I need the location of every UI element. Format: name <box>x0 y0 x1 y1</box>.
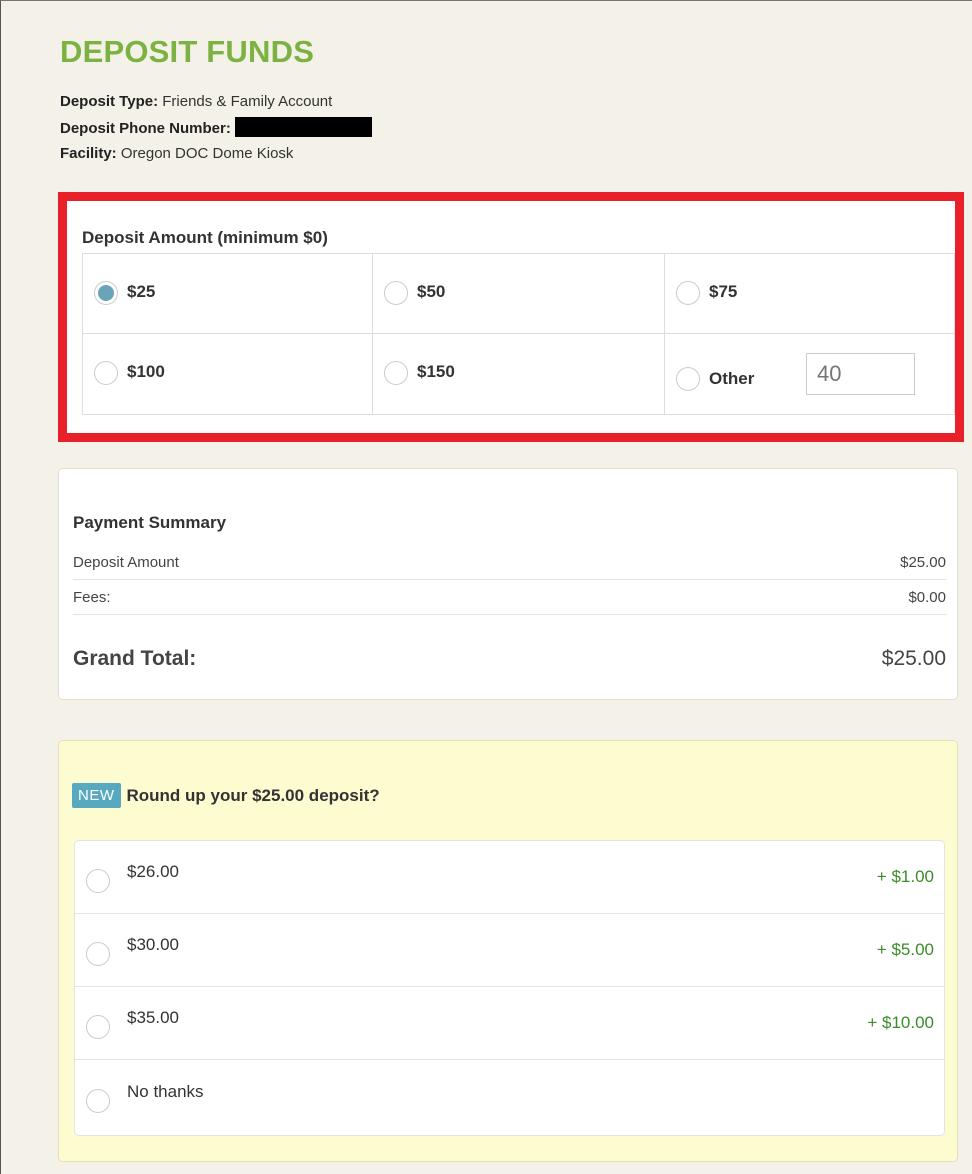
amount-option-other[interactable]: Other <box>665 334 954 414</box>
payment-summary-panel: Payment Summary Deposit Amount $25.00 Fe… <box>58 468 958 700</box>
round-up-option-label: No thanks <box>127 1081 204 1101</box>
amount-option-label: $50 <box>417 281 446 301</box>
deposit-phone-label: Deposit Phone Number: <box>60 120 231 137</box>
round-up-option-extra: + $5.00 <box>876 940 934 959</box>
amount-option-100[interactable]: $100 <box>83 334 373 414</box>
redacted-phone-number <box>234 117 372 137</box>
radio-icon[interactable] <box>676 280 700 305</box>
summary-row-fees: Fees: $0.00 <box>73 589 946 615</box>
deposit-amount-options: $25 $50 $75 $100 $150 Other <box>82 253 955 415</box>
round-up-option-26[interactable]: $26.00 + $1.00 <box>75 841 944 914</box>
facility-value: Oregon DOC Dome Kiosk <box>120 145 294 162</box>
round-up-option-extra: + $1.00 <box>876 867 934 886</box>
radio-icon[interactable] <box>676 367 700 391</box>
radio-icon[interactable] <box>86 1015 110 1039</box>
amount-option-150[interactable]: $150 <box>373 334 665 414</box>
round-up-option-extra: + $10.00 <box>867 1013 934 1032</box>
amount-option-label: $75 <box>709 281 738 301</box>
amount-option-label: Other <box>709 369 755 388</box>
amount-option-label: $100 <box>127 362 165 381</box>
page-title: DEPOSIT FUNDS <box>60 34 315 69</box>
summary-row-value: $25.00 <box>900 554 946 571</box>
radio-icon[interactable] <box>94 361 118 385</box>
payment-summary-heading: Payment Summary <box>73 513 227 532</box>
amount-option-75[interactable]: $75 <box>665 254 954 334</box>
grand-total-value: $25.00 <box>881 647 946 670</box>
round-up-option-label: $30.00 <box>127 935 179 954</box>
amount-option-25[interactable]: $25 <box>83 254 373 334</box>
facility-line: Facility: Oregon DOC Dome Kiosk <box>60 145 293 162</box>
grand-total-row: Grand Total: $25.00 <box>73 647 946 671</box>
round-up-option-30[interactable]: $30.00 + $5.00 <box>75 914 944 987</box>
summary-row-label: Deposit Amount <box>73 554 179 571</box>
radio-icon[interactable] <box>86 869 110 893</box>
deposit-amount-panel: Deposit Amount (minimum $0) $25 $50 $75 … <box>58 192 964 442</box>
summary-row-label: Fees: <box>73 589 111 606</box>
round-up-option-label: $35.00 <box>127 1008 179 1027</box>
grand-total-label: Grand Total: <box>73 647 197 670</box>
amount-option-label: $25 <box>127 281 156 301</box>
radio-icon[interactable] <box>384 280 408 305</box>
amount-option-50[interactable]: $50 <box>373 254 665 334</box>
round-up-option-label: $26.00 <box>127 862 179 881</box>
radio-icon[interactable] <box>384 361 408 385</box>
new-badge: NEW <box>72 783 121 808</box>
round-up-options: $26.00 + $1.00 $30.00 + $5.00 $35.00 + $… <box>74 840 945 1136</box>
summary-row-value: $0.00 <box>908 589 946 606</box>
deposit-type-line: Deposit Type: Friends & Family Account <box>60 93 332 110</box>
round-up-title: Round up your $25.00 deposit? <box>126 785 380 805</box>
amount-option-label: $150 <box>417 362 455 381</box>
round-up-heading: NEW Round up your $25.00 deposit? <box>72 783 380 808</box>
radio-selected-icon[interactable] <box>94 280 118 305</box>
deposit-amount-heading: Deposit Amount (minimum $0) <box>82 228 328 247</box>
deposit-phone-line: Deposit Phone Number: <box>60 117 372 137</box>
round-up-option-35[interactable]: $35.00 + $10.00 <box>75 987 944 1060</box>
other-amount-input[interactable] <box>806 353 915 395</box>
facility-label: Facility: <box>60 145 117 162</box>
round-up-option-no-thanks[interactable]: No thanks <box>75 1060 944 1133</box>
deposit-type-value: Friends & Family Account <box>162 93 333 110</box>
radio-icon[interactable] <box>86 1088 110 1113</box>
round-up-panel: NEW Round up your $25.00 deposit? $26.00… <box>58 740 958 1162</box>
deposit-type-label: Deposit Type: <box>60 93 159 110</box>
summary-row-deposit-amount: Deposit Amount $25.00 <box>73 554 946 580</box>
radio-icon[interactable] <box>86 942 110 966</box>
